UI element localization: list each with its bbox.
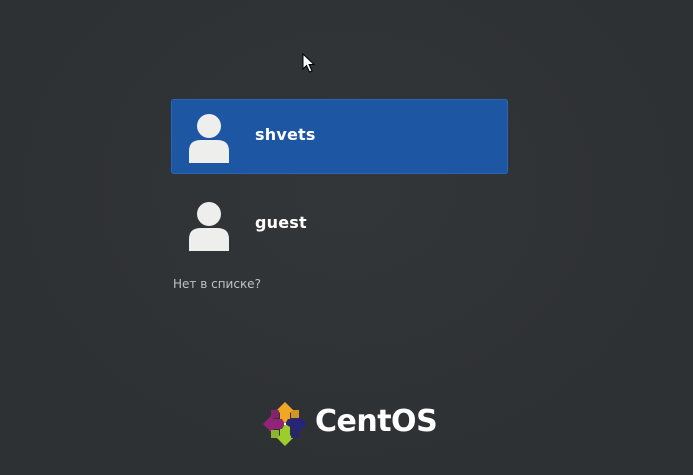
user-row-guest[interactable]: guest: [171, 187, 508, 262]
avatar-icon: [189, 114, 229, 163]
logo-text: CentOS: [315, 404, 438, 439]
user-row-shvets[interactable]: shvets: [171, 99, 508, 174]
not-listed-link[interactable]: Нет в списке?: [173, 277, 261, 291]
avatar-icon: [189, 202, 229, 251]
mouse-pointer-icon: [302, 53, 316, 73]
user-list: shvets guest: [171, 99, 508, 275]
user-name: shvets: [255, 125, 316, 144]
centos-logo-icon: [263, 402, 307, 446]
centos-logo: CentOS: [261, 400, 438, 450]
user-name: guest: [255, 213, 307, 232]
